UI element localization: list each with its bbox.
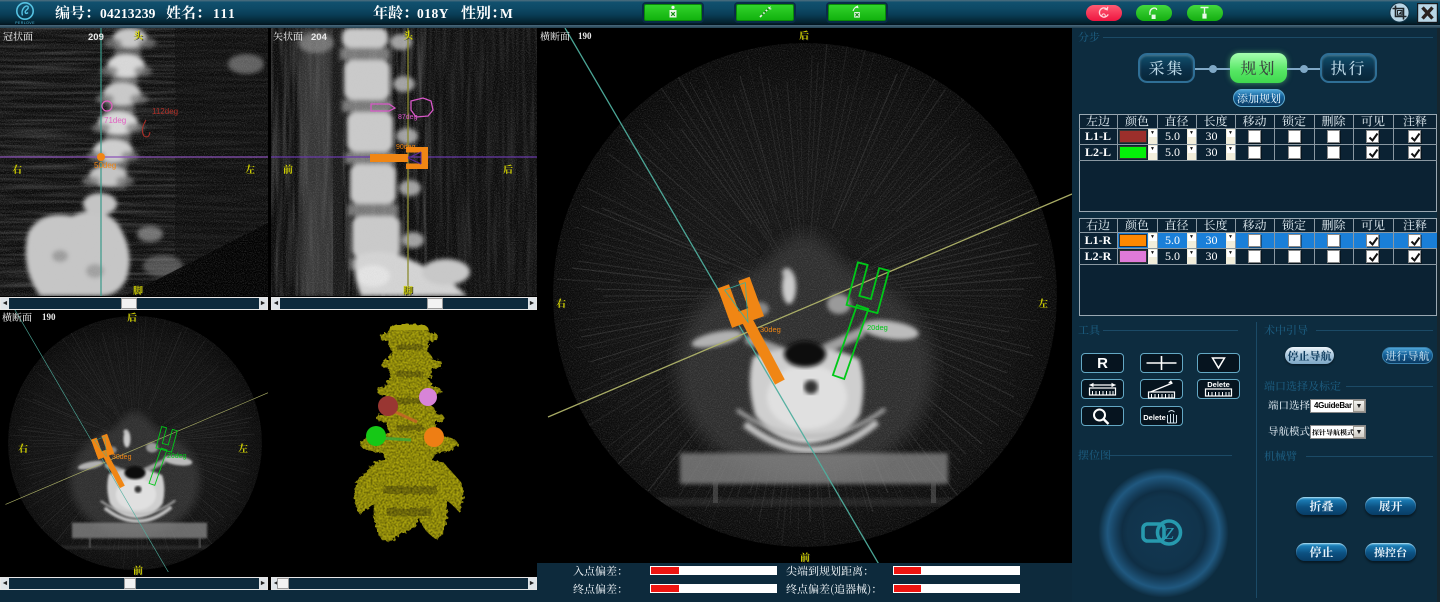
svg-text:50deg: 50deg [94, 161, 116, 170]
svg-text:R: R [1097, 355, 1108, 372]
svg-text:87deg: 87deg [398, 114, 418, 121]
svg-text:30deg: 30deg [112, 454, 132, 461]
svg-text:Delete: Delete [1207, 380, 1230, 389]
svg-text:20deg: 20deg [867, 323, 888, 332]
svg-text:209: 209 [88, 32, 104, 43]
svg-text:PERLOVE: PERLOVE [15, 21, 35, 25]
svg-text:Z: Z [1164, 524, 1174, 543]
svg-text:204: 204 [311, 32, 328, 43]
svg-text:71deg: 71deg [104, 116, 126, 125]
svg-text:20deg: 20deg [167, 453, 187, 460]
svg-text:112deg: 112deg [152, 107, 178, 116]
svg-text:Delete: Delete [1143, 413, 1166, 422]
svg-text:30deg: 30deg [760, 325, 781, 334]
